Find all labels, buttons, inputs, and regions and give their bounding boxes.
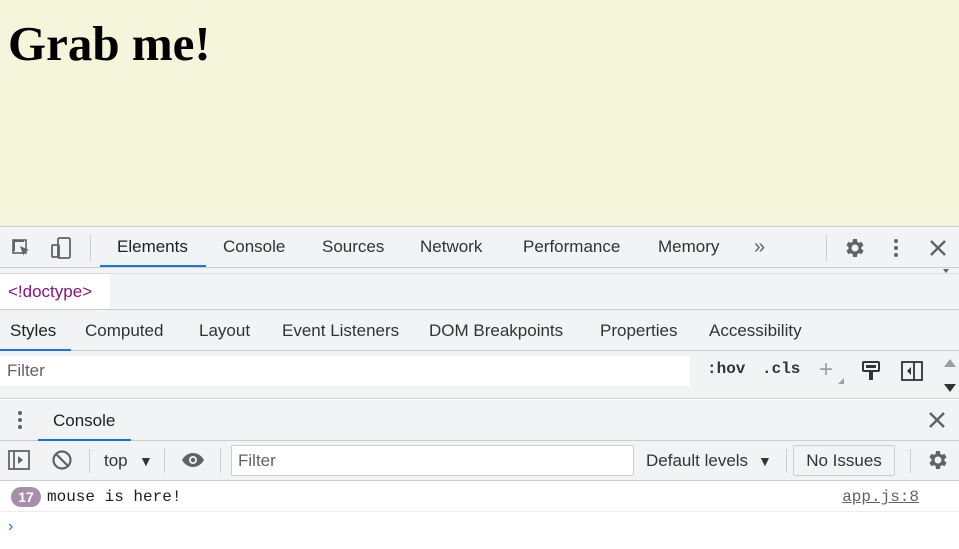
clear-console-icon[interactable]	[50, 448, 74, 472]
context-selector[interactable]: top	[104, 441, 128, 481]
breadcrumb: <!doctype>	[0, 273, 959, 310]
console-toolbar: top ▼ Filter Default levels ▼ No Issues	[0, 441, 959, 481]
scroll-down-icon[interactable]	[944, 384, 956, 392]
console-filter-input[interactable]: Filter	[231, 445, 634, 476]
styles-filter-input[interactable]: Filter	[0, 356, 690, 386]
tab-event-listeners[interactable]: Event Listeners	[282, 310, 399, 350]
tab-console[interactable]: Console	[223, 227, 285, 267]
tab-network[interactable]: Network	[420, 227, 482, 267]
sidebar-tabs: Styles Computed Layout Event Listeners D…	[0, 310, 959, 351]
prompt-chevron-icon: ›	[8, 518, 14, 535]
inspect-element-icon[interactable]	[8, 235, 34, 261]
show-sidebar-icon[interactable]	[6, 448, 32, 472]
close-icon[interactable]	[925, 235, 951, 261]
repeat-count-badge: 17	[11, 487, 41, 507]
tab-dom-breakpoints[interactable]: DOM Breakpoints	[429, 310, 563, 350]
gear-icon[interactable]	[841, 235, 867, 261]
tab-sources[interactable]: Sources	[322, 227, 384, 267]
toolbar-divider	[910, 449, 911, 473]
scroll-up-icon[interactable]	[944, 359, 956, 367]
page-heading[interactable]: Grab me!	[8, 14, 211, 74]
log-levels-arrow[interactable]: ▼	[758, 441, 772, 481]
more-tabs-button[interactable]: »	[754, 227, 765, 267]
context-dropdown-arrow[interactable]: ▼	[139, 441, 153, 481]
hov-button[interactable]: :hov	[707, 360, 745, 378]
drawer-tab-console[interactable]: Console	[38, 400, 131, 441]
close-icon[interactable]	[925, 408, 949, 432]
console-prompt[interactable]: ›	[0, 512, 959, 549]
console-message-text: mouse is here!	[47, 488, 182, 506]
tab-layout[interactable]: Layout	[199, 310, 250, 350]
tab-properties[interactable]: Properties	[600, 310, 677, 350]
toolbar-divider	[89, 449, 90, 473]
toggle-sidebar-icon[interactable]	[899, 359, 925, 383]
tab-computed[interactable]: Computed	[85, 310, 163, 350]
console-message: 17 mouse is here! app.js:8	[0, 482, 959, 512]
breadcrumb-doctype[interactable]: <!doctype>	[0, 274, 110, 309]
tab-accessibility[interactable]: Accessibility	[709, 310, 802, 350]
tab-elements[interactable]: Elements	[100, 227, 206, 267]
gear-icon[interactable]	[925, 448, 949, 472]
kebab-menu-icon[interactable]	[8, 408, 32, 432]
tab-memory[interactable]: Memory	[658, 227, 719, 267]
console-message-source-link[interactable]: app.js:8	[842, 487, 919, 507]
cls-button[interactable]: .cls	[762, 360, 800, 378]
toolbar-divider	[164, 449, 165, 473]
toolbar-divider	[90, 235, 91, 261]
eye-icon[interactable]	[180, 448, 206, 472]
issues-button[interactable]: No Issues	[793, 445, 895, 476]
page-viewport: Grab me!	[0, 0, 959, 226]
kebab-menu-icon[interactable]	[883, 235, 909, 261]
new-style-rule-button[interactable]: +	[819, 356, 833, 384]
paintbrush-icon[interactable]	[859, 359, 883, 383]
device-toolbar-icon[interactable]	[48, 235, 74, 261]
tab-performance[interactable]: Performance	[523, 227, 620, 267]
toolbar-divider	[220, 449, 221, 473]
log-levels-dropdown[interactable]: Default levels	[646, 441, 748, 481]
drawer-header: Console	[0, 400, 959, 441]
devtools-toolbar: Elements Console Sources Network Perform…	[0, 226, 959, 268]
styles-filter-bar: Filter :hov .cls +	[0, 351, 959, 399]
corner-triangle-icon	[838, 378, 844, 384]
toolbar-divider	[826, 235, 827, 261]
toolbar-divider	[786, 449, 787, 473]
tab-styles[interactable]: Styles	[0, 310, 72, 351]
